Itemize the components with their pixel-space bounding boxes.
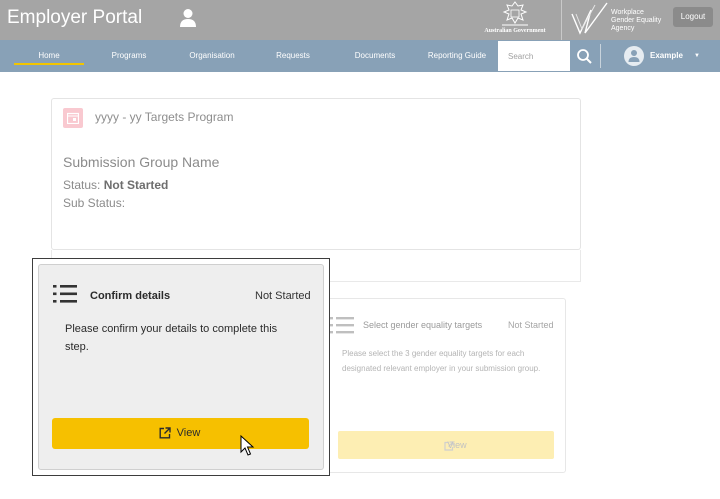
nav-item-reporting-guide[interactable]: Reporting Guide [420,40,494,72]
submission-group-name: Submission Group Name [63,154,220,170]
program-card: yyyy - yy Targets Program Submission Gro… [51,98,581,250]
view-button-label: View [176,427,201,439]
top-bar: Employer Portal Australian Government Wo… [0,0,720,40]
mouse-cursor-icon [240,435,255,456]
step-description: Please confirm your details to complete … [65,323,278,353]
search-input[interactable] [498,41,570,71]
logout-button[interactable]: Logout [673,7,713,27]
step-status: Not Started [255,290,311,302]
header-divider [561,0,562,40]
search-button[interactable] [570,41,598,71]
view-button-label: View [447,440,467,450]
step-title: Select gender equality targets [363,320,483,330]
main-nav: Home Programs Organisation Requests Docu… [0,40,720,72]
wgea-logo-icon [571,2,609,36]
chevron-down-icon: ▼ [694,53,700,59]
step-title: Confirm details [90,290,171,302]
nav-item-programs[interactable]: Programs [98,40,160,72]
status-value: Not Started [103,178,169,192]
nav-item-home[interactable]: Home [14,40,84,72]
step-card-confirm-details: Confirm details Not Started Please confi… [38,264,324,470]
zoom-callout: Confirm details Not Started Please confi… [32,258,330,476]
step-card-select-targets: Select gender equality targets Not Start… [319,298,566,473]
agency-name: Workplace Gender Equality Agency [611,9,671,33]
agency-line: Gender Equality [611,17,662,24]
status-line: Status: Not Started [63,178,168,192]
avatar-icon [628,50,640,62]
view-button[interactable]: View [52,418,309,449]
nav-divider [600,44,601,68]
view-button[interactable]: View [338,431,554,459]
user-menu[interactable]: Example ▼ [624,46,704,66]
list-icon [330,317,354,334]
agency-line: Agency [611,25,635,32]
australian-government-crest: Australian Government [478,1,552,39]
crest-icon [502,1,528,26]
list-icon [53,285,77,303]
calendar-icon [63,108,83,128]
user-name: Example [650,51,683,60]
nav-item-documents[interactable]: Documents [344,40,406,72]
agency-line: Workplace [611,9,644,16]
step-status: Not Started [508,320,554,330]
crest-label: Australian Government [484,28,546,34]
search-icon [577,49,592,64]
program-title: yyyy - yy Targets Program [95,110,234,124]
sub-status-label: Sub Status: [63,196,126,210]
user-icon[interactable] [179,8,197,28]
step-description: Please select the 3 gender equality targ… [342,349,541,373]
nav-item-requests[interactable]: Requests [264,40,322,72]
status-label: Status: [63,178,101,192]
app-title: Employer Portal [7,7,143,28]
nav-item-organisation[interactable]: Organisation [178,40,246,72]
employer-portal-screen: Employer Portal Australian Government Wo… [0,0,720,499]
avatar [624,46,644,66]
